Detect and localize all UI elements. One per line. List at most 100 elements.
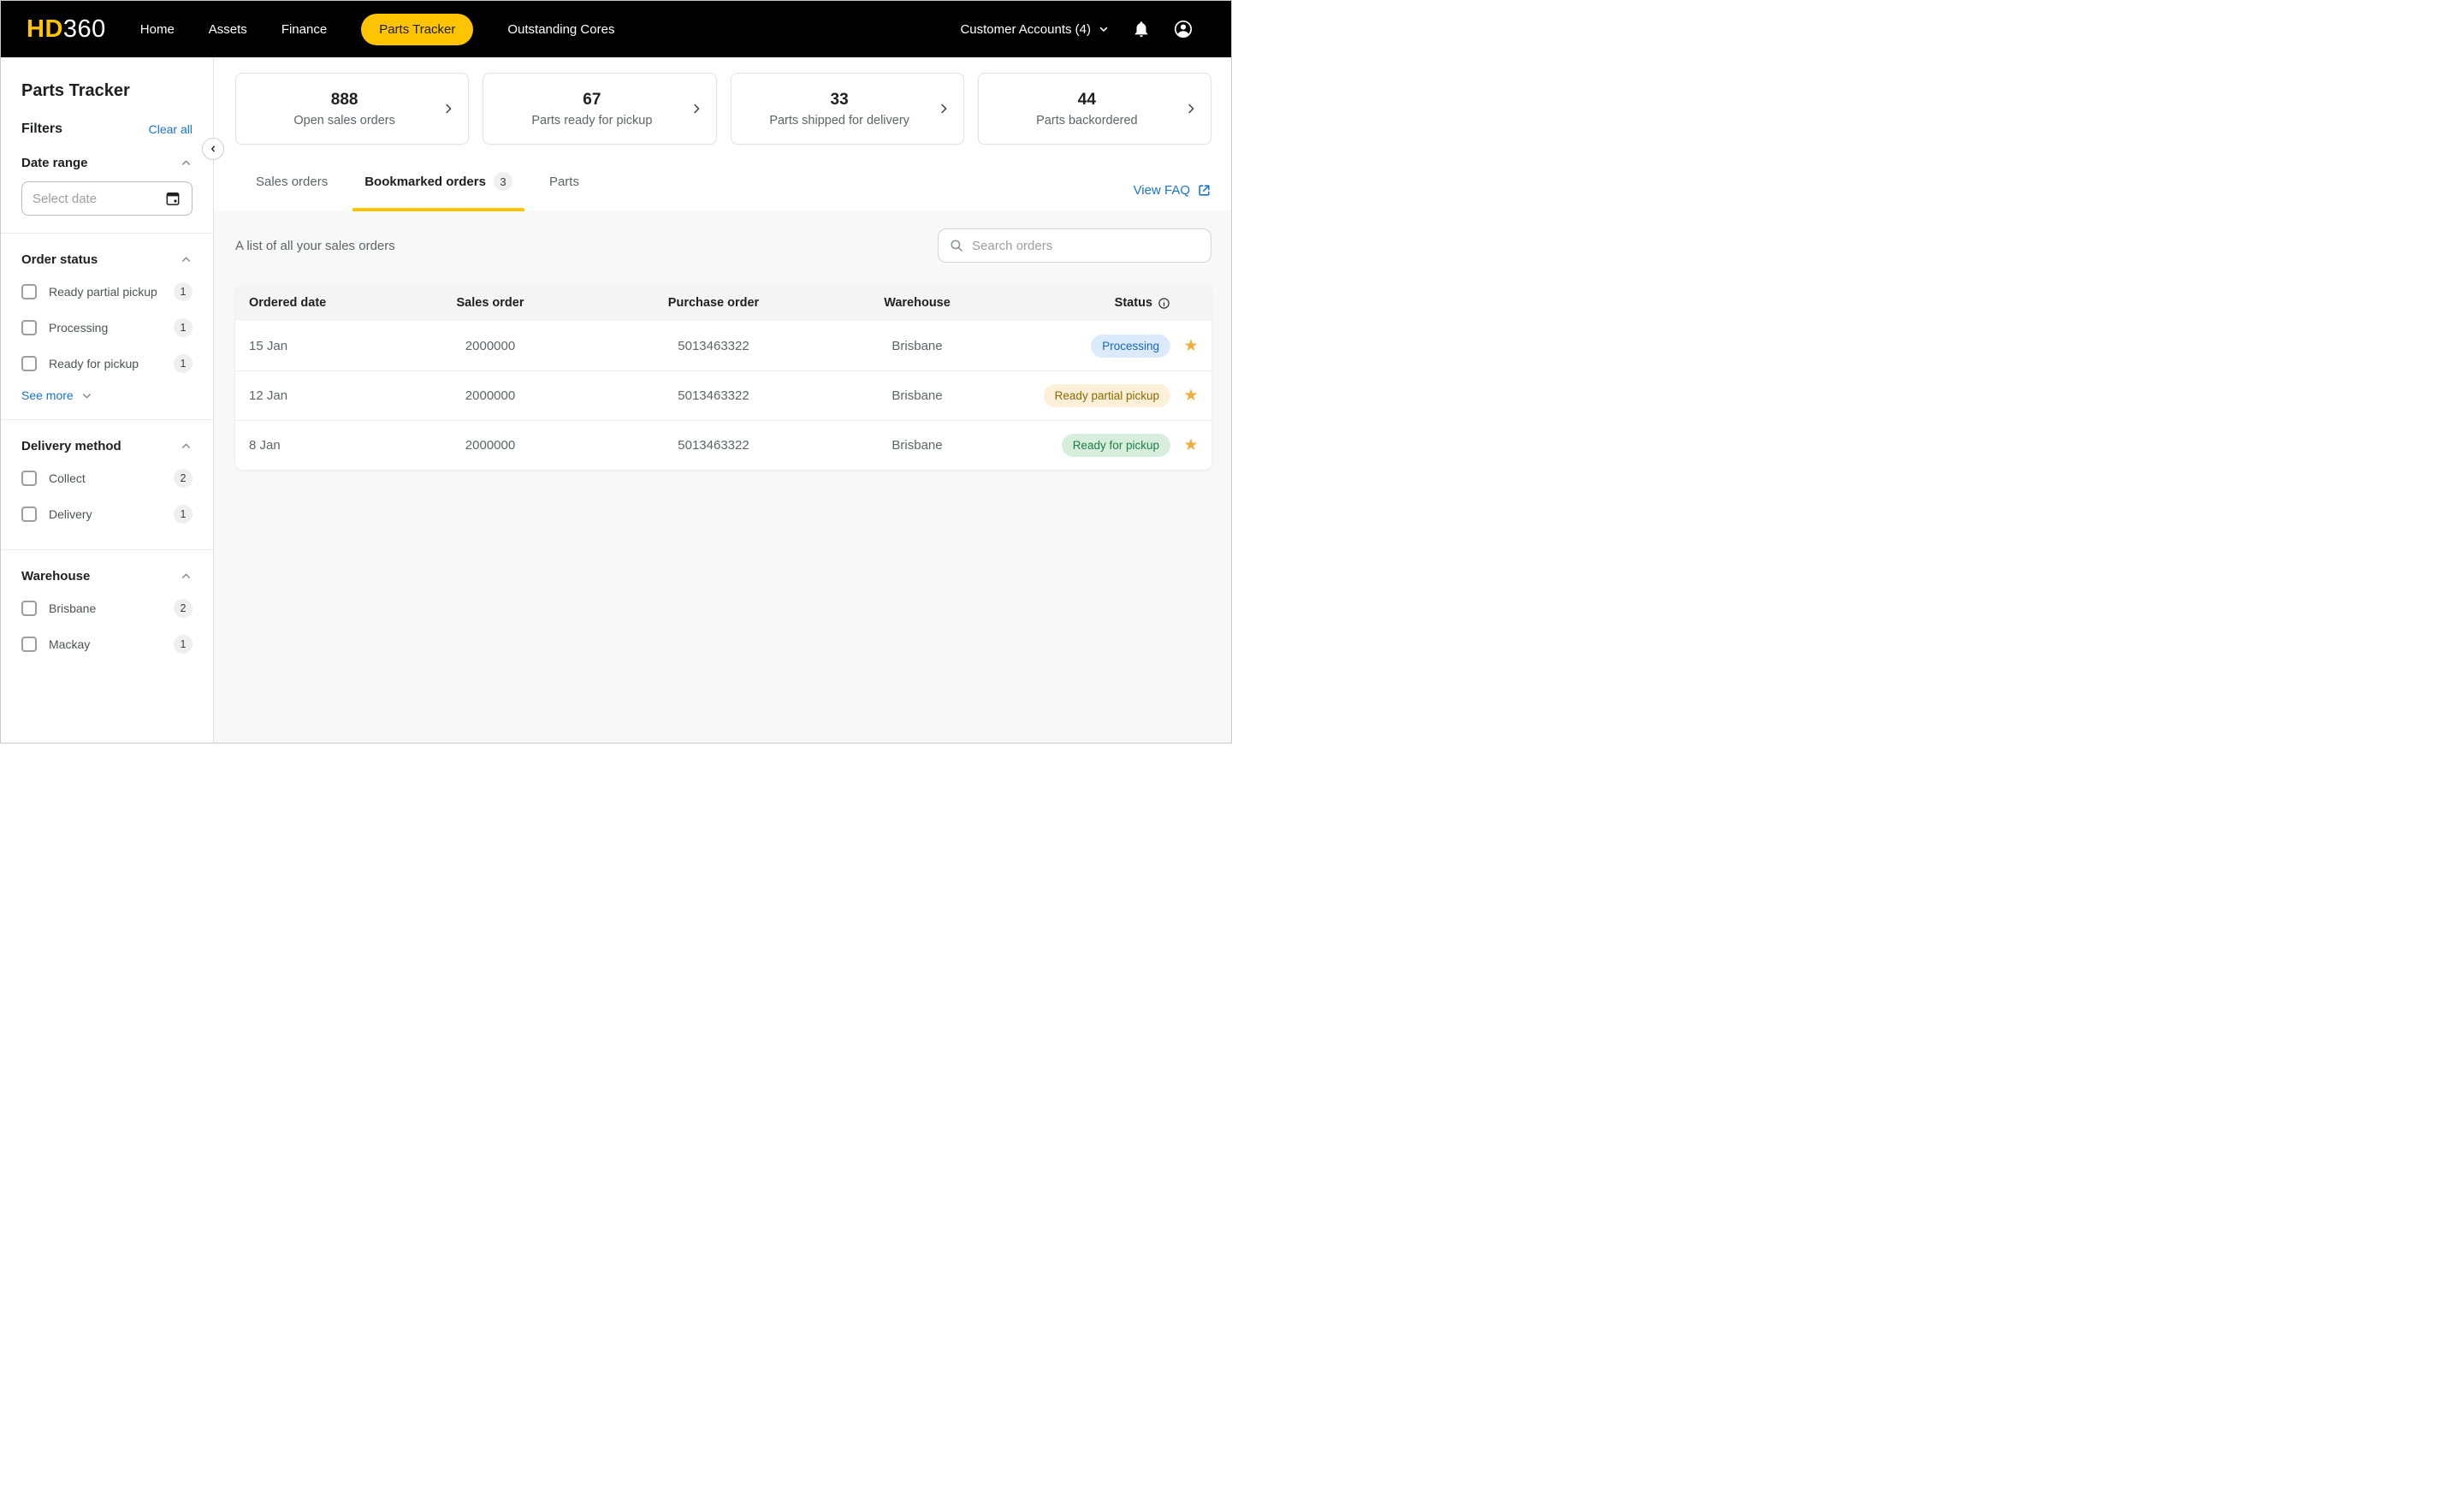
calendar-icon[interactable]: [164, 190, 181, 207]
divider: [1, 549, 213, 550]
checkbox[interactable]: [21, 356, 37, 371]
customer-accounts-label: Customer Accounts (4): [960, 21, 1091, 37]
search-orders-box[interactable]: [938, 228, 1211, 263]
see-more-label: See more: [21, 388, 74, 402]
summary-cards: 888 Open sales orders 67 Parts ready for…: [235, 73, 1211, 145]
warehouse-header[interactable]: Warehouse: [21, 569, 192, 584]
cell-ordered-date: 15 Jan: [249, 338, 288, 353]
checkbox[interactable]: [21, 507, 37, 522]
account-button[interactable]: [1173, 19, 1194, 39]
tab-bookmarked-orders[interactable]: Bookmarked orders 3: [352, 172, 524, 211]
filter-option-brisbane[interactable]: Brisbane 2: [21, 590, 192, 626]
orders-table: Ordered date Sales order Purchase order …: [235, 285, 1211, 470]
nav-item-finance[interactable]: Finance: [281, 22, 327, 37]
count-badge: 1: [174, 282, 192, 301]
filter-option-ready-for-pickup[interactable]: Ready for pickup 1: [21, 346, 192, 382]
account-icon: [1173, 19, 1194, 39]
table-header-row: Ordered date Sales order Purchase order …: [235, 285, 1211, 321]
chevron-down-icon: [80, 389, 93, 402]
star-icon[interactable]: ★: [1183, 437, 1198, 453]
stat-card-parts-ready-for-pickup[interactable]: 67 Parts ready for pickup: [483, 73, 717, 145]
date-range-input[interactable]: Select date: [21, 181, 192, 216]
table-row[interactable]: 12 Jan 2000000 5013463322 Brisbane Ready…: [235, 370, 1211, 420]
count-badge: 2: [174, 599, 192, 618]
stat-label: Parts backordered: [1036, 113, 1138, 127]
star-icon[interactable]: ★: [1183, 388, 1198, 404]
filter-option-label: Brisbane: [49, 601, 97, 615]
app-window: HD 360 Home Assets Finance Parts Tracker…: [0, 0, 1232, 744]
cell-purchase-order: 5013463322: [678, 388, 749, 403]
filter-option-label: Collect: [49, 471, 86, 485]
checkbox[interactable]: [21, 284, 37, 299]
checkbox[interactable]: [21, 637, 37, 652]
stat-card-parts-backordered[interactable]: 44 Parts backordered: [977, 73, 1211, 145]
cell-sales-order: 2000000: [465, 338, 516, 353]
divider: [1, 419, 213, 420]
order-status-header[interactable]: Order status: [21, 252, 192, 267]
status-badge: Ready partial pickup: [1043, 384, 1170, 407]
delivery-method-label: Delivery method: [21, 439, 121, 453]
warehouse-label: Warehouse: [21, 569, 91, 584]
column-header-status: Status: [1007, 296, 1170, 310]
filters-header: Filters Clear all: [21, 121, 192, 137]
status-header-label: Status: [1114, 296, 1152, 310]
cell-ordered-date: 8 Jan: [249, 438, 281, 453]
filters-sidebar: Parts Tracker Filters Clear all Date ran…: [1, 57, 224, 743]
filter-option-mackay[interactable]: Mackay 1: [21, 626, 192, 662]
date-range-header[interactable]: Date range: [21, 156, 192, 170]
nav-item-assets[interactable]: Assets: [209, 22, 247, 37]
list-caption: A list of all your sales orders: [235, 238, 395, 253]
count-badge: 1: [174, 318, 192, 337]
column-header-warehouse: Warehouse: [884, 296, 951, 310]
stat-label: Open sales orders: [293, 113, 395, 127]
date-range-label: Date range: [21, 156, 88, 170]
filter-option-delivery[interactable]: Delivery 1: [21, 496, 192, 532]
customer-accounts-dropdown[interactable]: Customer Accounts (4): [960, 22, 1110, 37]
chevron-right-icon: [441, 101, 456, 116]
info-icon[interactable]: [1158, 297, 1170, 310]
tabs-bar: Sales orders Bookmarked orders 3 Parts V…: [235, 145, 1211, 211]
filter-option-label: Ready partial pickup: [49, 285, 157, 299]
logo-360: 360: [62, 15, 106, 43]
notifications-button[interactable]: [1132, 20, 1151, 39]
stat-card-open-sales-orders[interactable]: 888 Open sales orders: [235, 73, 470, 145]
view-faq-link[interactable]: View FAQ: [1134, 183, 1211, 198]
filter-option-collect[interactable]: Collect 2: [21, 460, 192, 496]
stat-card-parts-shipped-for-delivery[interactable]: 33 Parts shipped for delivery: [730, 73, 964, 145]
table-row[interactable]: 8 Jan 2000000 5013463322 Brisbane Ready …: [235, 420, 1211, 470]
tab-panel-bookmarked-orders: A list of all your sales orders Ordered …: [214, 211, 1231, 743]
cell-purchase-order: 5013463322: [678, 338, 749, 353]
nav-item-parts-tracker[interactable]: Parts Tracker: [361, 13, 474, 45]
sidebar-collapse-button[interactable]: [202, 138, 224, 160]
search-orders-input[interactable]: [972, 238, 1200, 253]
filter-option-ready-partial-pickup[interactable]: Ready partial pickup 1: [21, 274, 192, 310]
stat-value: 44: [1077, 90, 1096, 109]
clear-all-link[interactable]: Clear all: [149, 122, 192, 136]
search-icon: [949, 238, 964, 253]
delivery-method-header[interactable]: Delivery method: [21, 439, 192, 453]
status-badge: Processing: [1091, 334, 1170, 358]
tab-parts[interactable]: Parts: [537, 172, 591, 211]
chevron-up-icon: [180, 157, 192, 169]
stat-label: Parts ready for pickup: [531, 113, 653, 127]
filters-label: Filters: [21, 121, 63, 136]
star-icon[interactable]: ★: [1183, 338, 1198, 354]
stat-value: 888: [330, 90, 358, 109]
chevron-left-icon: [208, 144, 218, 154]
checkbox[interactable]: [21, 320, 37, 335]
tabs: Sales orders Bookmarked orders 3 Parts: [235, 172, 591, 211]
cell-ordered-date: 12 Jan: [249, 388, 288, 403]
filter-option-label: Ready for pickup: [49, 357, 139, 370]
nav-item-outstanding-cores[interactable]: Outstanding Cores: [507, 22, 614, 37]
cell-warehouse: Brisbane: [891, 338, 943, 353]
count-badge: 1: [174, 505, 192, 524]
checkbox[interactable]: [21, 471, 37, 486]
cell-purchase-order: 5013463322: [678, 438, 749, 453]
filter-option-processing[interactable]: Processing 1: [21, 310, 192, 346]
table-row[interactable]: 15 Jan 2000000 5013463322 Brisbane Proce…: [235, 321, 1211, 370]
chevron-up-icon: [180, 570, 192, 583]
checkbox[interactable]: [21, 601, 37, 616]
nav-item-home[interactable]: Home: [140, 22, 175, 37]
see-more-link[interactable]: See more: [21, 388, 192, 402]
tab-sales-orders[interactable]: Sales orders: [244, 172, 340, 211]
